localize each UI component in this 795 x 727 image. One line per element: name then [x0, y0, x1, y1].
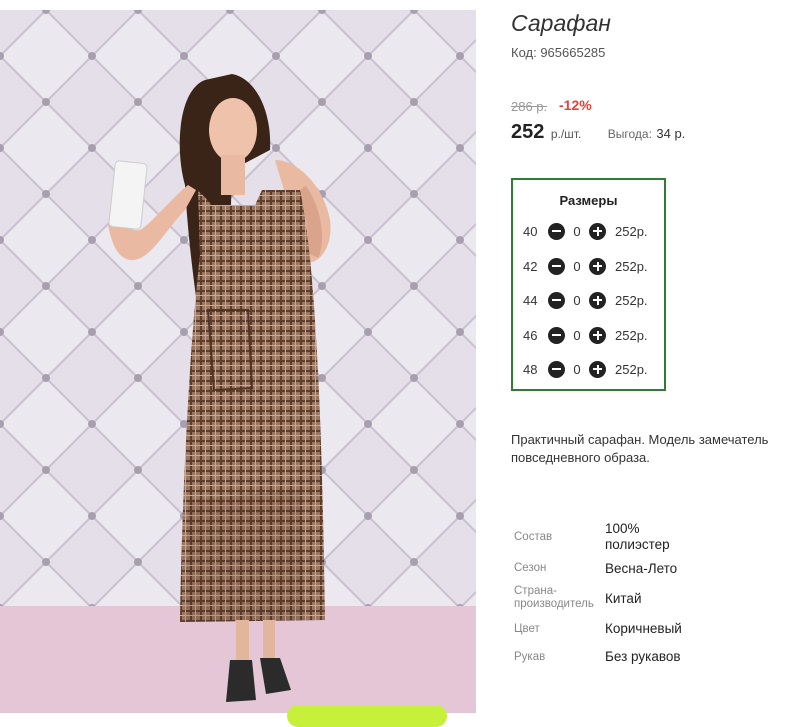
minus-icon[interactable] [548, 360, 565, 378]
plus-icon[interactable] [589, 257, 606, 275]
size-label: 48 [523, 361, 538, 377]
size-price: 252р. [615, 327, 648, 343]
size-price: 252р. [615, 223, 648, 239]
spec-label: Страна-производитель [514, 585, 594, 610]
minus-icon[interactable] [548, 222, 565, 240]
spec-label: Цвет [514, 623, 540, 635]
size-row-48: 48 0 252р. [523, 359, 648, 379]
spec-value: Китай [605, 591, 642, 606]
sizes-selector: Размеры 40 0 252р. 42 0 252р. 44 0 252р.… [511, 178, 666, 391]
size-quantity[interactable]: 0 [565, 328, 589, 343]
spec-value: Весна-Лето [605, 561, 678, 576]
benefit-value: 34 р. [656, 126, 686, 141]
product-image [0, 10, 476, 713]
size-quantity[interactable]: 0 [565, 362, 589, 377]
size-row-40: 40 0 252р. [523, 221, 648, 241]
size-label: 40 [523, 223, 538, 239]
plus-icon[interactable] [589, 326, 606, 344]
spec-label: Состав [514, 531, 553, 543]
minus-icon[interactable] [548, 326, 565, 344]
size-price: 252р. [615, 258, 648, 274]
product-code: Код: 965665285 [511, 45, 606, 60]
size-quantity[interactable]: 0 [565, 293, 589, 308]
size-quantity[interactable]: 0 [565, 224, 589, 239]
size-price: 252р. [615, 361, 648, 377]
size-price: 252р. [615, 292, 648, 308]
size-row-46: 46 0 252р. [523, 325, 648, 345]
size-label: 44 [523, 292, 538, 308]
product-description: Практичный сарафан. Модель замечатель по… [511, 432, 769, 465]
benefit-label: Выгода: [607, 127, 652, 141]
current-price: 252 [511, 121, 545, 143]
size-row-42: 42 0 252р. [523, 256, 648, 276]
spec-label: Рукав [514, 651, 546, 663]
minus-icon[interactable] [548, 257, 565, 275]
product-title: Сарафан [511, 10, 611, 36]
plus-icon[interactable] [589, 222, 606, 240]
spec-value: Без рукавов [605, 649, 681, 664]
product-info: Сарафан Код: 965665285 286 р. -12% 252 р… [511, 0, 795, 713]
size-quantity[interactable]: 0 [565, 259, 589, 274]
minus-icon[interactable] [548, 291, 565, 309]
spec-value: 100% полиэстер [605, 521, 670, 552]
size-row-44: 44 0 252р. [523, 290, 648, 310]
spec-label: Сезон [514, 562, 547, 574]
price-row: 252 р./шт. Выгода: 34 р. [511, 121, 685, 144]
product-photo[interactable] [0, 10, 476, 713]
plus-icon[interactable] [589, 291, 606, 309]
size-label: 42 [523, 258, 538, 274]
spec-value: Коричневый [605, 621, 682, 636]
plus-icon[interactable] [589, 360, 606, 378]
discount-badge: -12% [559, 97, 592, 113]
size-label: 46 [523, 327, 538, 343]
sizes-title: Размеры [559, 193, 618, 208]
old-price: 286 р. [511, 99, 548, 114]
add-to-cart-button[interactable] [287, 705, 447, 727]
price-unit: р./шт. [550, 127, 582, 141]
